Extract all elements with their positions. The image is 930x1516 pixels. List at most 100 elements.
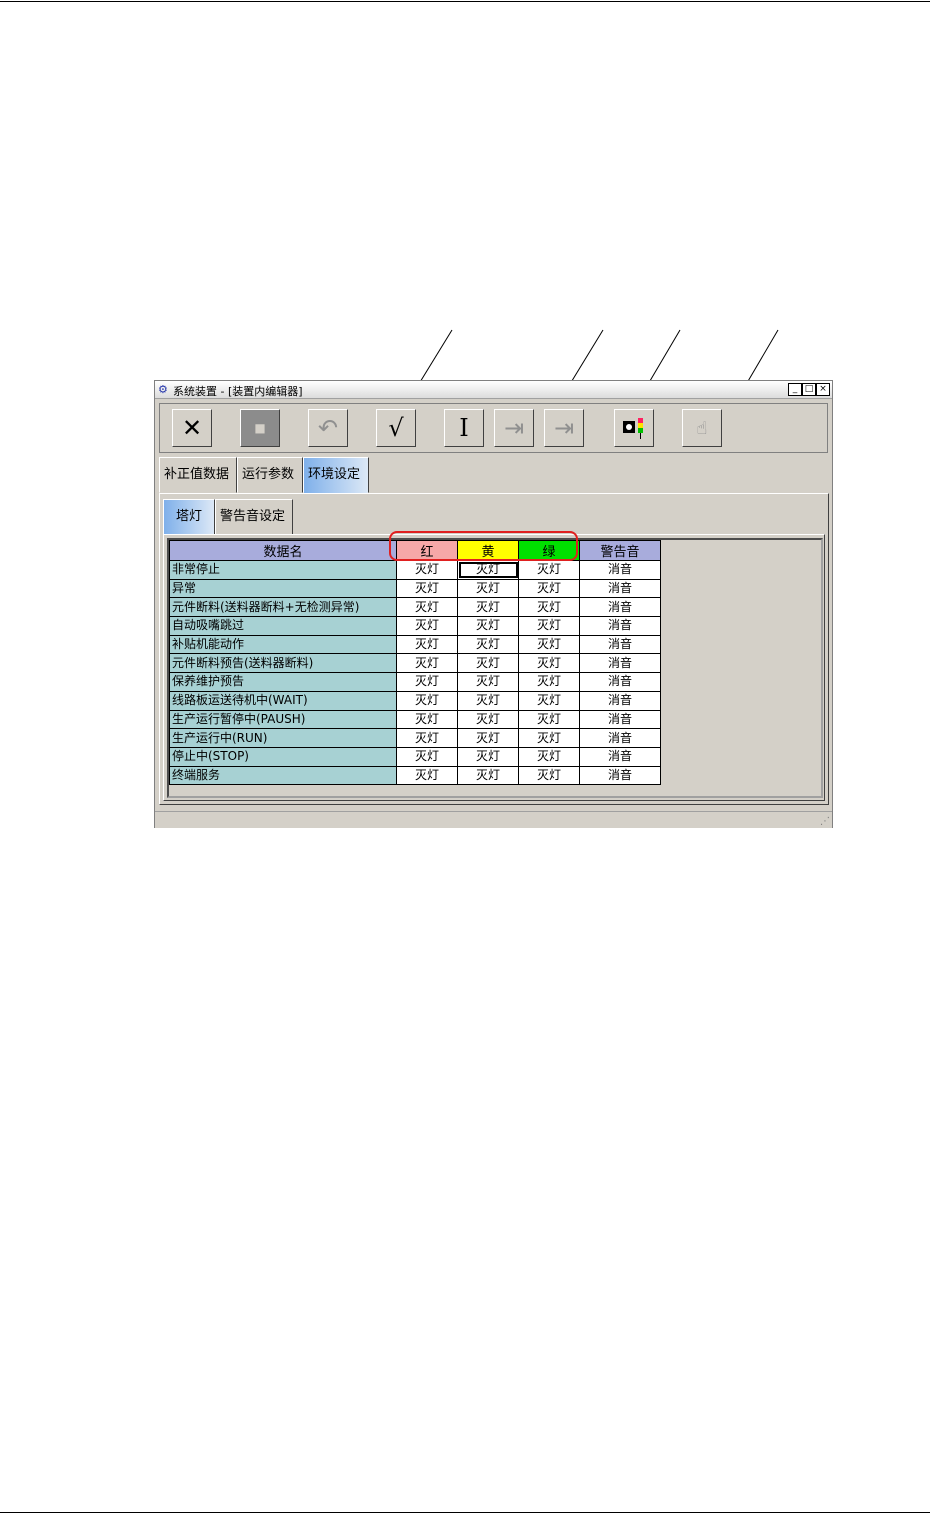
row-name-cell: 异常 <box>169 578 397 599</box>
sound-cell[interactable]: 消音 <box>579 728 661 748</box>
lamp-color-highlight <box>389 531 578 561</box>
table-row: 保养维护预告 灭灯 灭灯 灭灯 消音 <box>169 672 661 692</box>
sound-cell[interactable]: 消音 <box>579 653 661 674</box>
red-lamp-cell[interactable]: 灭灯 <box>396 597 458 618</box>
green-lamp-cell[interactable]: 灭灯 <box>518 653 580 674</box>
row-name-cell: 补贴机能动作 <box>169 634 397 655</box>
sound-cell[interactable]: 消音 <box>579 634 661 655</box>
tower-lamp-button[interactable] <box>614 409 654 447</box>
table-row: 补贴机能动作 灭灯 灭灯 灭灯 消音 <box>169 634 661 655</box>
tab-run-params[interactable]: 运行参数 <box>237 457 303 493</box>
table-row: 生产运行中(RUN) 灭灯 灭灯 灭灯 消音 <box>169 728 661 748</box>
table-row: 异常 灭灯 灭灯 灭灯 消音 <box>169 578 661 599</box>
jump-button-1[interactable]: ⇥ <box>494 409 534 447</box>
row-name-cell: 生产运行暂停中(PAUSH) <box>169 709 397 730</box>
table-row: 元件断料预告(送料器断料) 灭灯 灭灯 灭灯 消音 <box>169 653 661 674</box>
row-name-cell: 元件断料(送料器断料+无检测异常) <box>169 597 397 618</box>
table-row: 线路板运送待机中(WAIT) 灭灯 灭灯 灭灯 消音 <box>169 690 661 711</box>
minimize-button[interactable]: _ <box>788 383 802 396</box>
red-lamp-cell[interactable]: 灭灯 <box>396 634 458 655</box>
stop-icon: ■ <box>254 421 266 435</box>
title-bar: ⚙ 系统装置 - [装置内编辑器] _ □ × <box>155 381 832 399</box>
yellow-lamp-cell[interactable]: 灭灯 <box>457 672 519 692</box>
yellow-lamp-cell[interactable]: 灭灯 <box>457 728 519 748</box>
confirm-button[interactable]: √ <box>376 409 416 447</box>
green-lamp-cell[interactable]: 灭灯 <box>518 728 580 748</box>
yellow-lamp-cell[interactable]: 灭灯 <box>457 709 519 730</box>
row-name-cell: 终端服务 <box>169 765 397 786</box>
header-sound: 警告音 <box>579 540 661 561</box>
yellow-lamp-cell[interactable]: 灭灯 <box>457 634 519 655</box>
sound-cell[interactable]: 消音 <box>579 560 661 580</box>
red-lamp-cell[interactable]: 灭灯 <box>396 653 458 674</box>
jump-button-2[interactable]: ⇥ <box>544 409 584 447</box>
status-bar: ⋰ <box>155 811 832 828</box>
jump-icon: ⇥ <box>553 414 575 442</box>
sound-cell[interactable]: 消音 <box>579 709 661 730</box>
app-icon: ⚙ <box>158 383 168 396</box>
table-row: 非常停止 灭灯 灭灯 灭灯 消音 <box>169 560 661 580</box>
hand-button[interactable]: ☝ <box>682 409 722 447</box>
close-button[interactable]: ✕ <box>172 409 212 447</box>
red-lamp-cell[interactable]: 灭灯 <box>396 728 458 748</box>
red-lamp-cell[interactable]: 灭灯 <box>396 765 458 786</box>
red-lamp-cell[interactable]: 灭灯 <box>396 616 458 636</box>
table-row: 终端服务 灭灯 灭灯 灭灯 消音 <box>169 765 661 786</box>
sound-cell[interactable]: 消音 <box>579 765 661 786</box>
green-lamp-cell[interactable]: 灭灯 <box>518 690 580 711</box>
green-lamp-cell[interactable]: 灭灯 <box>518 709 580 730</box>
yellow-lamp-cell[interactable]: 灭灯 <box>457 746 519 767</box>
sound-cell[interactable]: 消音 <box>579 746 661 767</box>
tab-environment[interactable]: 环境设定 <box>303 457 369 493</box>
green-lamp-cell[interactable]: 灭灯 <box>518 616 580 636</box>
green-lamp-cell[interactable]: 灭灯 <box>518 560 580 580</box>
cursor-icon: I <box>459 414 469 442</box>
green-lamp-cell[interactable]: 灭灯 <box>518 765 580 786</box>
tab-correction-data[interactable]: 补正值数据 <box>159 457 237 493</box>
settings-table: 数据名 红 黄 绿 警告音 非常停止 灭灯 灭灯 灭灯 消音 异常 灭灯 灭灯 灭灯 消音 元件断料… <box>169 540 661 786</box>
red-lamp-cell[interactable]: 灭灯 <box>396 560 458 580</box>
sound-cell[interactable]: 消音 <box>579 616 661 636</box>
table-row: 生产运行暂停中(PAUSH) 灭灯 灭灯 灭灯 消音 <box>169 709 661 730</box>
tower-lamp-grid: 数据名 红 黄 绿 警告音 非常停止 灭灯 灭灯 灭灯 消音 异常 灭灯 灭灯 灭灯 消音 元件断料… <box>167 538 823 798</box>
yellow-lamp-cell[interactable]: 灭灯 <box>457 765 519 786</box>
row-name-cell: 线路板运送待机中(WAIT) <box>169 690 397 711</box>
yellow-lamp-cell[interactable]: 灭灯 <box>457 578 519 599</box>
green-lamp-cell[interactable]: 灭灯 <box>518 746 580 767</box>
stop-button[interactable]: ■ <box>240 409 280 447</box>
sound-cell[interactable]: 消音 <box>579 578 661 599</box>
undo-button[interactable]: ↶ <box>308 409 348 447</box>
subtab-tower-lamp[interactable]: 塔灯 <box>163 499 215 535</box>
green-lamp-cell[interactable]: 灭灯 <box>518 672 580 692</box>
sound-cell[interactable]: 消音 <box>579 690 661 711</box>
resize-grip-icon[interactable]: ⋰ <box>820 816 830 827</box>
sound-cell[interactable]: 消音 <box>579 672 661 692</box>
cursor-button[interactable]: I <box>444 409 484 447</box>
row-name-cell: 自动吸嘴跳过 <box>169 616 397 636</box>
close-window-button[interactable]: × <box>816 383 830 396</box>
red-lamp-cell[interactable]: 灭灯 <box>396 746 458 767</box>
yellow-lamp-cell[interactable]: 灭灯 <box>457 597 519 618</box>
table-row: 自动吸嘴跳过 灭灯 灭灯 灭灯 消音 <box>169 616 661 636</box>
header-name: 数据名 <box>169 540 397 561</box>
red-lamp-cell[interactable]: 灭灯 <box>396 672 458 692</box>
row-name-cell: 元件断料预告(送料器断料) <box>169 653 397 674</box>
yellow-lamp-cell[interactable]: 灭灯 <box>457 690 519 711</box>
green-lamp-cell[interactable]: 灭灯 <box>518 578 580 599</box>
yellow-lamp-cell[interactable]: 灭灯 <box>457 616 519 636</box>
yellow-lamp-cell[interactable]: 灭灯 <box>457 560 519 580</box>
green-lamp-cell[interactable]: 灭灯 <box>518 634 580 655</box>
subtab-warning-sound[interactable]: 警告音设定 <box>215 499 293 535</box>
maximize-button[interactable]: □ <box>802 383 816 396</box>
yellow-lamp-cell[interactable]: 灭灯 <box>457 653 519 674</box>
green-lamp-cell[interactable]: 灭灯 <box>518 597 580 618</box>
app-window: ⚙ 系统装置 - [装置内编辑器] _ □ × ✕ ■ ↶ √ I ⇥ ⇥ ☝ … <box>154 380 833 828</box>
row-name-cell: 停止中(STOP) <box>169 746 397 767</box>
toolbar: ✕ ■ ↶ √ I ⇥ ⇥ ☝ <box>159 403 828 453</box>
red-lamp-cell[interactable]: 灭灯 <box>396 690 458 711</box>
sound-cell[interactable]: 消音 <box>579 597 661 618</box>
red-lamp-cell[interactable]: 灭灯 <box>396 578 458 599</box>
red-lamp-cell[interactable]: 灭灯 <box>396 709 458 730</box>
undo-icon: ↶ <box>317 414 339 442</box>
row-name-cell: 生产运行中(RUN) <box>169 728 397 748</box>
